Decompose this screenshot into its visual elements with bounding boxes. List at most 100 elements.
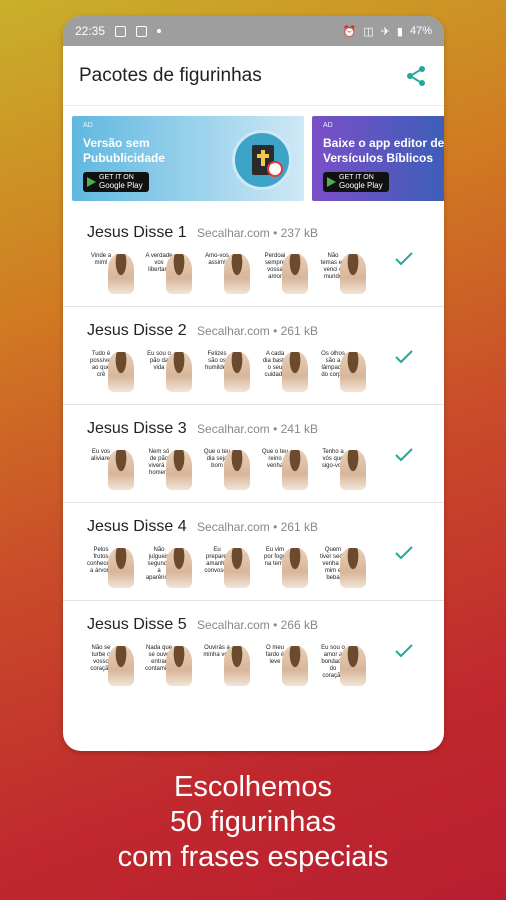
status-bar: 22:35 ⏰ ◫ ✈ ▮ 47%: [63, 16, 444, 46]
cross-icon: [261, 150, 265, 166]
jesus-figure: [282, 450, 308, 490]
sticker-thumbnail: Eu preparei amanhã convosco: [203, 544, 250, 589]
caption-line-2: 50 figurinhas: [169, 806, 337, 838]
get-it-on-label: GET IT ON: [99, 173, 134, 181]
promo-caption: Escolhemos 50 figurinhas com frases espe…: [0, 770, 506, 875]
calendar-notification-icon: [136, 25, 148, 37]
ad-label: AD: [323, 122, 333, 129]
jesus-figure: [108, 254, 134, 294]
sticker-thumbnail: Vinde a mim!: [87, 250, 134, 295]
sticker-preview-row: Não se turbe o vosso coração Nada que se…: [87, 642, 444, 687]
ad-banner-verse-editor[interactable]: AD Baixe o app editor de Versículos Bíbl…: [312, 116, 444, 201]
google-play-badge[interactable]: GET IT ON Google Play: [83, 172, 149, 192]
jesus-figure: [282, 646, 308, 686]
jesus-figure: [108, 646, 134, 686]
jesus-figure: [282, 352, 308, 392]
sticker-thumbnail: Eu sou o amor a bondade do coração: [319, 642, 366, 687]
sticker-thumbnail: Tudo é possível ao que crê: [87, 348, 134, 393]
google-play-label: GET IT ON Google Play: [339, 174, 383, 191]
sticker-preview-row: Vinde a mim! A verdade vos libertará Amo…: [87, 250, 444, 295]
sticker-thumbnail: Tenho a vós que sigo-vos: [319, 446, 366, 491]
sticker-thumbnail: Que o teu reino venha: [261, 446, 308, 491]
sticker-thumbnail: Quem tiver sede venha a mim e beba: [319, 544, 366, 589]
google-play-label: GET IT ON Google Play: [99, 174, 143, 191]
sticker-pack-item[interactable]: Jesus Disse 2 Secalhar.com • 261 kB Tudo…: [63, 307, 444, 405]
sticker-thumbnail: Não se turbe o vosso coração: [87, 642, 134, 687]
jesus-figure: [224, 254, 250, 294]
image-notification-icon: [115, 25, 127, 37]
sticker-thumbnail: Felizes são os humildes: [203, 348, 250, 393]
jesus-figure: [166, 548, 192, 588]
ad-banner-no-ads[interactable]: AD Versão sem Pubublicidade GET IT ON Go…: [72, 116, 304, 201]
sticker-thumbnail: A cada dia basta o seu cuidado: [261, 348, 308, 393]
more-notifications-icon: [157, 29, 162, 33]
check-icon: [395, 546, 413, 560]
jesus-figure: [340, 450, 366, 490]
check-icon: [395, 350, 413, 364]
sticker-pack-item[interactable]: Jesus Disse 5 Secalhar.com • 266 kB Não …: [63, 601, 444, 699]
pack-meta: Secalhar.com • 241 kB: [197, 422, 318, 436]
sticker-thumbnail: O meu fardo é leve: [261, 642, 308, 687]
pack-name: Jesus Disse 1: [87, 224, 187, 241]
sticker-pack-item[interactable]: Jesus Disse 4 Secalhar.com • 261 kB Pelo…: [63, 503, 444, 601]
pack-meta: Secalhar.com • 237 kB: [197, 226, 318, 240]
sticker-thumbnail: Que o teu dia seja bom: [203, 446, 250, 491]
banner-text: Versão sem Pubublicidade: [83, 136, 166, 165]
alarm-icon: ⏰: [342, 25, 357, 38]
caption-line-1: Escolhemos: [174, 771, 332, 803]
google-play-badge[interactable]: GET IT ON Google Play: [323, 172, 389, 192]
jesus-figure: [166, 646, 192, 686]
airplane-icon: ✈: [380, 25, 390, 38]
jesus-figure: [340, 352, 366, 392]
pack-meta: Secalhar.com • 261 kB: [197, 324, 318, 338]
battery-percent: 47%: [409, 25, 432, 37]
pack-name: Jesus Disse 4: [87, 518, 187, 535]
get-it-on-label: GET IT ON: [339, 173, 374, 181]
jesus-figure: [166, 450, 192, 490]
sticker-thumbnail: Perdoai sempre vossa amor: [261, 250, 308, 295]
store-name: Google Play: [339, 180, 383, 190]
bible-app-icon: [232, 130, 292, 190]
play-icon: [87, 177, 96, 187]
no-ads-icon: [267, 161, 283, 177]
store-name: Google Play: [99, 180, 143, 190]
jesus-figure: [108, 352, 134, 392]
ad-banners: AD Versão sem Pubublicidade GET IT ON Go…: [63, 106, 444, 206]
sticker-preview-row: Eu vos aliviarei Nem só de pão viverá o …: [87, 446, 444, 491]
sticker-thumbnail: Eu sou o pão da vida: [145, 348, 192, 393]
jesus-figure: [108, 450, 134, 490]
sticker-preview-row: Tudo é possível ao que crê Eu sou o pão …: [87, 348, 444, 393]
jesus-figure: [108, 548, 134, 588]
battery-icon: ▮: [396, 25, 403, 38]
jesus-figure: [166, 352, 192, 392]
play-icon: [327, 177, 336, 187]
pack-meta: Secalhar.com • 261 kB: [197, 520, 318, 534]
jesus-figure: [340, 548, 366, 588]
ad-label: AD: [83, 122, 93, 129]
sticker-thumbnail: A verdade vos libertará: [145, 250, 192, 295]
sticker-thumbnail: Os olhos são a lâmpada do corpo: [319, 348, 366, 393]
jesus-figure: [282, 254, 308, 294]
app-bar: Pacotes de figurinhas: [63, 46, 444, 106]
vibrate-icon: ◫: [363, 25, 374, 38]
sticker-thumbnail: Amo-vos assim!: [203, 250, 250, 295]
pack-name: Jesus Disse 5: [87, 616, 187, 633]
jesus-figure: [282, 548, 308, 588]
jesus-figure: [340, 646, 366, 686]
banner-text: Baixe o app editor de Versículos Bíblico…: [323, 136, 444, 165]
sticker-pack-item[interactable]: Jesus Disse 3 Secalhar.com • 241 kB Eu v…: [63, 405, 444, 503]
sticker-thumbnail: Ouvirás a minha voz: [203, 642, 250, 687]
status-time: 22:35: [75, 24, 106, 38]
jesus-figure: [224, 450, 250, 490]
sticker-thumbnail: Pelos frutos conhecereis a árvore: [87, 544, 134, 589]
sticker-pack-item[interactable]: Jesus Disse 1 Secalhar.com • 237 kB Vind…: [63, 209, 444, 307]
jesus-figure: [340, 254, 366, 294]
pack-name: Jesus Disse 3: [87, 420, 187, 437]
caption-line-3: com frases especiais: [117, 841, 389, 873]
check-icon: [395, 252, 413, 266]
sticker-pack-list: Jesus Disse 1 Secalhar.com • 237 kB Vind…: [63, 209, 444, 699]
sticker-thumbnail: Nem só de pão viverá o homem: [145, 446, 192, 491]
check-icon: [395, 644, 413, 658]
check-icon: [395, 448, 413, 462]
share-icon[interactable]: [404, 64, 428, 88]
